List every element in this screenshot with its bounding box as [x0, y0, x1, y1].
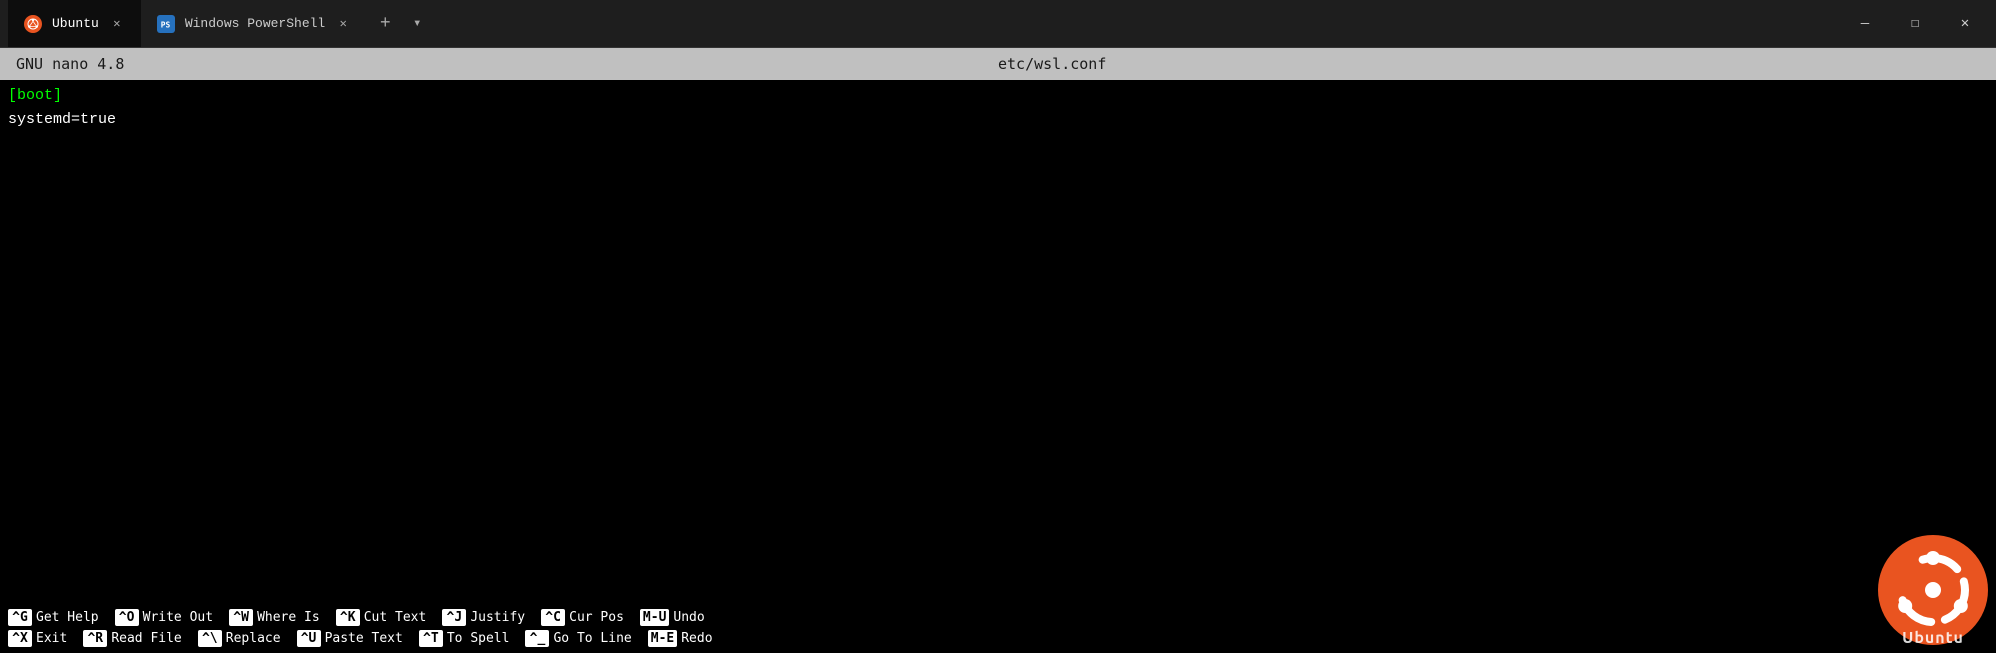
nano-version: GNU nano 4.8: [16, 55, 124, 73]
editor-area[interactable]: [boot] systemd=true: [0, 80, 1996, 603]
tabs-dropdown-button[interactable]: ▾: [403, 10, 431, 38]
shortcut-redo[interactable]: M-E Redo: [640, 628, 721, 649]
tab-powershell-label: Windows PowerShell: [185, 16, 325, 31]
ubuntu-text: Ubuntu: [1902, 629, 1964, 647]
shortcut-key-undo: M-U: [640, 609, 669, 626]
shortcut-go-to-line[interactable]: ^_ Go To Line: [517, 628, 639, 649]
shortcut-get-help[interactable]: ^G Get Help: [0, 607, 107, 628]
tab-powershell-close[interactable]: ✕: [335, 16, 351, 32]
shortcuts-row-2: ^X Exit ^R Read File ^\ Replace ^U Paste…: [0, 628, 1996, 649]
shortcut-undo[interactable]: M-U Undo: [632, 607, 713, 628]
ubuntu-logo: Ubuntu: [1878, 535, 1988, 645]
shortcut-cut-text[interactable]: ^K Cut Text: [328, 607, 435, 628]
shortcut-key-get-help: ^G: [8, 609, 32, 626]
shortcut-cur-pos[interactable]: ^C Cur Pos: [533, 607, 632, 628]
shortcut-label-replace: Replace: [226, 631, 281, 646]
shortcut-label-exit: Exit: [36, 631, 67, 646]
shortcut-key-to-spell: ^T: [419, 630, 443, 647]
tab-ubuntu[interactable]: Ubuntu ✕: [8, 0, 141, 47]
shortcuts-bar: ^G Get Help ^O Write Out ^W Where Is ^K …: [0, 603, 1996, 653]
tab-powershell[interactable]: PS Windows PowerShell ✕: [141, 0, 367, 47]
shortcut-key-cut-text: ^K: [336, 609, 360, 626]
shortcut-exit[interactable]: ^X Exit: [0, 628, 75, 649]
tab-ubuntu-close[interactable]: ✕: [109, 16, 125, 32]
shortcut-key-paste-text: ^U: [297, 630, 321, 647]
shortcut-label-read-file: Read File: [111, 631, 181, 646]
nano-filename: etc/wsl.conf: [998, 55, 1106, 73]
titlebar: Ubuntu ✕ PS Windows PowerShell ✕ + ▾ — ☐…: [0, 0, 1996, 48]
shortcut-justify[interactable]: ^J Justify: [434, 607, 533, 628]
shortcut-label-paste-text: Paste Text: [325, 631, 403, 646]
shortcuts-row-1: ^G Get Help ^O Write Out ^W Where Is ^K …: [0, 607, 1996, 628]
tab-ubuntu-label: Ubuntu: [52, 16, 99, 31]
shortcut-key-exit: ^X: [8, 630, 32, 647]
editor-line-normal: systemd=true: [8, 108, 1988, 132]
shortcut-label-to-spell: To Spell: [447, 631, 510, 646]
new-tab-button[interactable]: +: [367, 6, 403, 42]
shortcut-key-replace: ^\: [198, 630, 222, 647]
shortcut-key-justify: ^J: [442, 609, 466, 626]
shortcut-key-where-is: ^W: [229, 609, 253, 626]
nano-header: GNU nano 4.8 etc/wsl.conf: [0, 48, 1996, 80]
shortcut-replace[interactable]: ^\ Replace: [190, 628, 289, 649]
shortcut-label-cur-pos: Cur Pos: [569, 610, 624, 625]
shortcut-label-cut-text: Cut Text: [364, 610, 427, 625]
ubuntu-icon: [24, 15, 42, 33]
shortcut-key-read-file: ^R: [83, 630, 107, 647]
shortcut-paste-text[interactable]: ^U Paste Text: [289, 628, 411, 649]
close-button[interactable]: ✕: [1942, 8, 1988, 40]
shortcut-read-file[interactable]: ^R Read File: [75, 628, 189, 649]
shortcut-key-go-to-line: ^_: [525, 630, 549, 647]
shortcut-label-where-is: Where Is: [257, 610, 320, 625]
shortcut-label-get-help: Get Help: [36, 610, 99, 625]
shortcut-key-write-out: ^O: [115, 609, 139, 626]
minimize-button[interactable]: —: [1842, 8, 1888, 40]
maximize-button[interactable]: ☐: [1892, 8, 1938, 40]
window-controls: — ☐ ✕: [1842, 8, 1988, 40]
shortcut-label-justify: Justify: [470, 610, 525, 625]
shortcut-label-write-out: Write Out: [143, 610, 213, 625]
shortcut-key-cur-pos: ^C: [541, 609, 565, 626]
shortcut-write-out[interactable]: ^O Write Out: [107, 607, 221, 628]
shortcut-where-is[interactable]: ^W Where Is: [221, 607, 328, 628]
editor-line-boot: [boot]: [8, 84, 1988, 108]
svg-text:PS: PS: [161, 20, 171, 29]
shortcut-label-redo: Redo: [681, 631, 712, 646]
shortcut-label-go-to-line: Go To Line: [553, 631, 631, 646]
main-content: GNU nano 4.8 etc/wsl.conf [boot] systemd…: [0, 48, 1996, 653]
shortcut-label-undo: Undo: [673, 610, 704, 625]
shortcut-key-redo: M-E: [648, 630, 677, 647]
shortcut-to-spell[interactable]: ^T To Spell: [411, 628, 518, 649]
powershell-icon: PS: [157, 15, 175, 33]
